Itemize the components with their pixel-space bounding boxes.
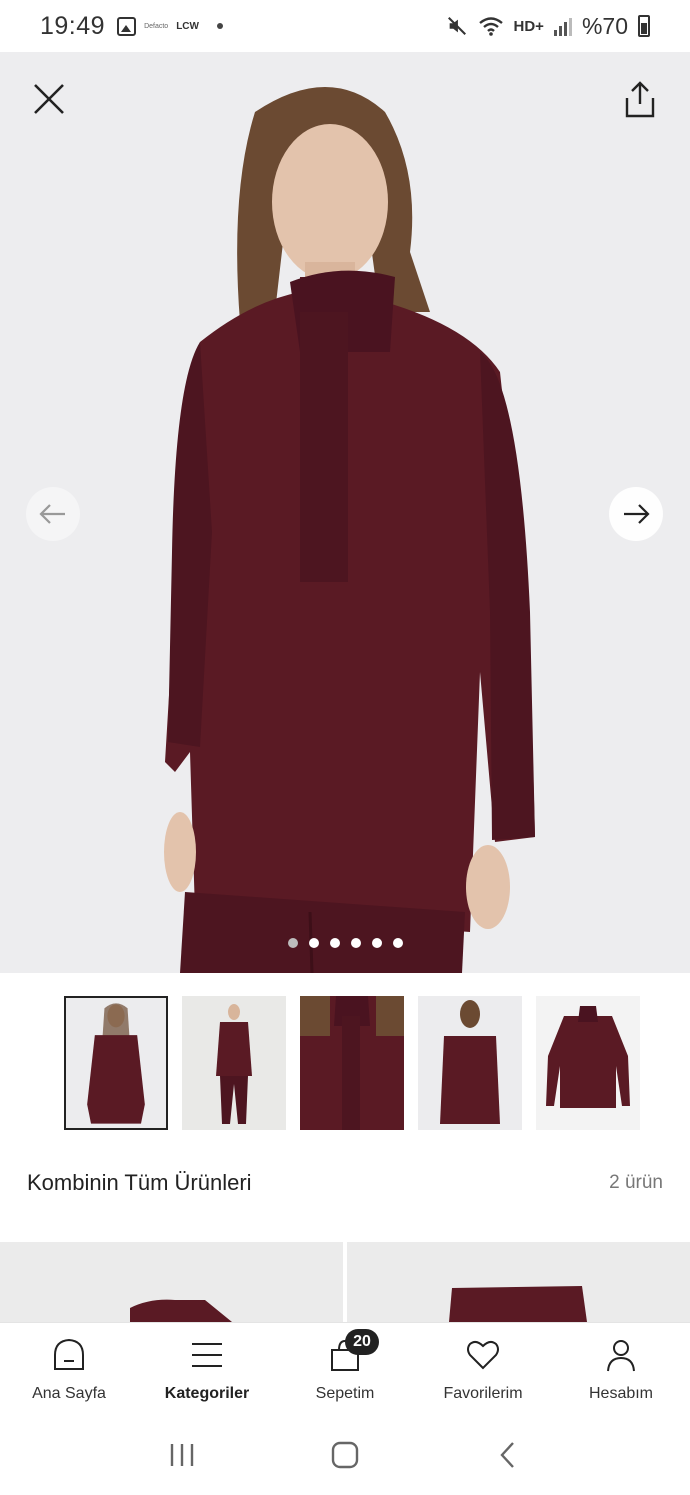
pagination-dot[interactable] (330, 938, 340, 948)
user-icon (601, 1335, 641, 1375)
previous-image-button[interactable] (26, 487, 80, 541)
status-system-icons: HD+ %70 (446, 13, 650, 40)
nav-home[interactable]: Ana Sayfa (0, 1323, 138, 1414)
nav-label: Sepetim (315, 1385, 375, 1402)
mute-icon (447, 17, 466, 35)
thumbnail-back-view[interactable] (418, 996, 522, 1130)
defacto-notification-icon: Defacto (144, 22, 169, 30)
thumbnail-full-outfit[interactable] (182, 996, 286, 1130)
status-time: 19:49 (40, 11, 106, 40)
nav-account[interactable]: Hesabım (552, 1323, 690, 1414)
home-icon (49, 1335, 89, 1375)
thumbnail-image (418, 996, 522, 1130)
nav-label: Ana Sayfa (32, 1385, 106, 1402)
thumbnail-front-view[interactable] (64, 996, 168, 1130)
thumbnail-image (300, 996, 404, 1130)
combo-title: Kombinin Tüm Ürünleri (27, 1170, 252, 1195)
nav-cart[interactable]: 20 Sepetim (276, 1323, 414, 1414)
close-icon[interactable] (32, 82, 66, 116)
nav-label: Hesabım (588, 1385, 654, 1402)
menu-icon (187, 1335, 227, 1375)
battery-icon (638, 15, 650, 37)
pagination-dot[interactable] (288, 938, 298, 948)
status-bar: 19:49 Defacto LCW HD+ %70 (0, 0, 690, 52)
product-thumbnail (347, 1242, 690, 1322)
product-image-gallery[interactable] (0, 52, 690, 973)
recent-apps-icon (170, 1443, 193, 1466)
lcw-notification-icon: LCW (176, 20, 199, 32)
pagination-dot[interactable] (372, 938, 382, 948)
more-notifications-dot (216, 23, 223, 29)
pagination-dot[interactable] (393, 938, 403, 948)
back-button[interactable] (488, 1435, 528, 1475)
home-button[interactable] (325, 1435, 365, 1475)
bottom-navigation: Ana Sayfa Kategoriler 20 Sepetim Favoril… (0, 1322, 690, 1414)
product-thumbnail (0, 1242, 343, 1322)
cart-count-badge: 20 (345, 1329, 379, 1355)
heart-icon (463, 1335, 503, 1375)
thumbnail-image (536, 996, 640, 1130)
battery-percentage: %70 (581, 12, 628, 39)
back-chevron-icon (500, 1441, 515, 1468)
share-icon[interactable] (620, 80, 660, 120)
product-photo (164, 87, 535, 973)
pagination-dot[interactable] (351, 938, 361, 948)
thumbnail-image (182, 996, 286, 1130)
bag-icon: 20 (325, 1329, 379, 1375)
nav-label: Favorilerim (443, 1385, 523, 1402)
pagination-dot[interactable] (309, 938, 319, 948)
system-navigation-bar (0, 1414, 690, 1495)
thumbnail-strip (64, 996, 640, 1130)
thumbnail-flat-lay[interactable] (536, 996, 640, 1130)
next-image-button[interactable] (609, 487, 663, 541)
nav-favorites[interactable]: Favorilerim (414, 1323, 552, 1414)
status-notification-icons: Defacto LCW (117, 16, 223, 36)
wifi-icon (478, 17, 503, 36)
home-square-icon (331, 1441, 359, 1468)
nav-label: Kategoriler (164, 1385, 250, 1402)
signal-icon (553, 16, 572, 36)
image-pagination-dots (288, 938, 403, 948)
thumbnail-image (66, 998, 166, 1128)
combo-count: 2 ürün (609, 1172, 663, 1193)
arrow-left-icon (39, 504, 65, 524)
gallery-notification-icon (117, 16, 137, 36)
hd-voice-icon: HD+ (513, 17, 544, 35)
nav-categories[interactable]: Kategoriler (138, 1323, 276, 1414)
combo-section-header[interactable]: Kombinin Tüm Ürünleri 2 ürün (27, 1170, 663, 1196)
thumbnail-collar-detail[interactable] (300, 996, 404, 1130)
recent-apps-button[interactable] (162, 1435, 202, 1475)
combo-product-card[interactable] (0, 1242, 343, 1322)
arrow-right-icon (624, 504, 650, 524)
combo-product-list (0, 1242, 690, 1322)
combo-product-card[interactable] (347, 1242, 690, 1322)
